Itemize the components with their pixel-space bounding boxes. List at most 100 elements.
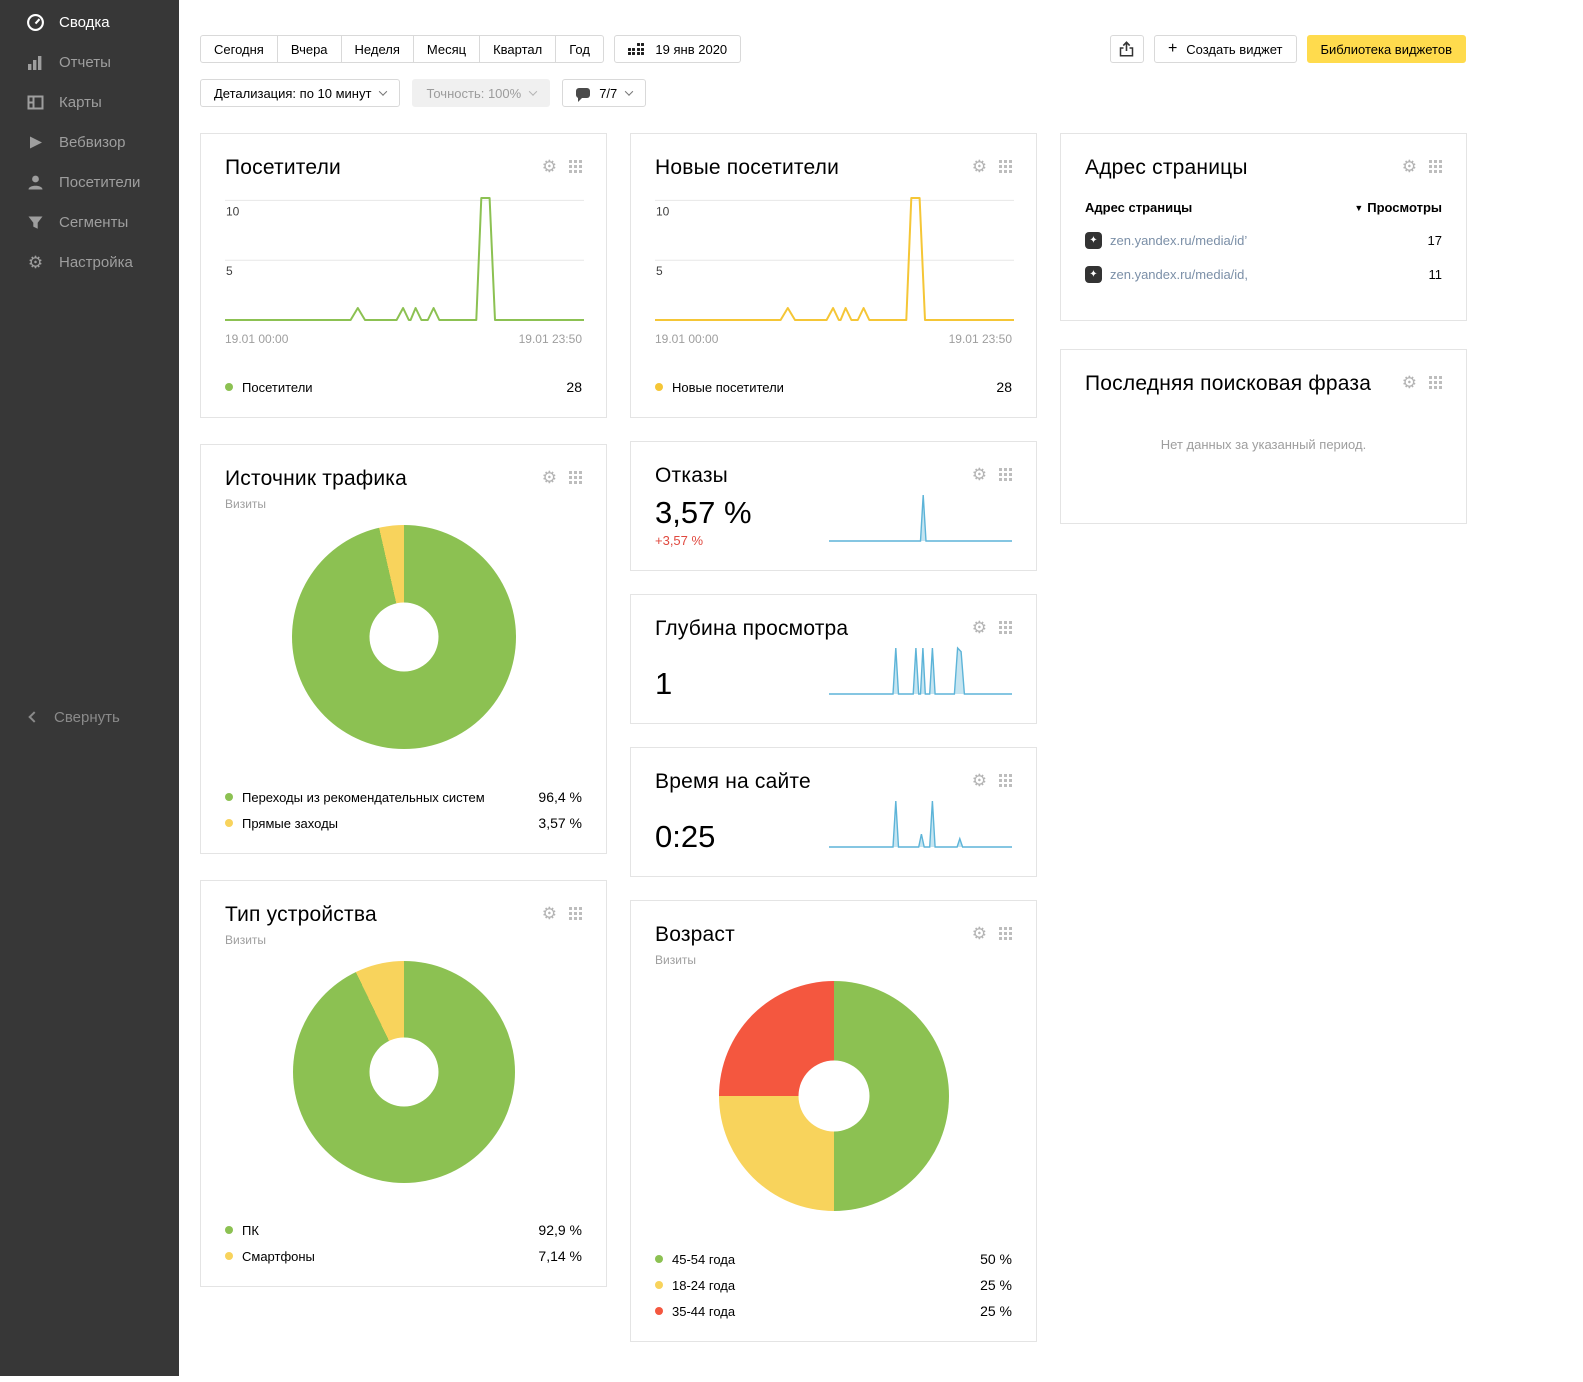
table-row: ✦zen.yandex.ru/media/id,11: [1085, 266, 1442, 283]
widget-legend: Переходы из рекомендательных систем96,4 …: [225, 775, 582, 831]
sidebar-item-5[interactable]: Посетители: [0, 162, 179, 202]
date-picker-button[interactable]: 19 янв 2020: [614, 35, 741, 63]
sidebar-item-3[interactable]: Карты: [0, 82, 179, 122]
play-icon: [26, 133, 45, 152]
sidebar-item-6[interactable]: Сегменты: [0, 202, 179, 242]
toolbar-row-1: СегодняВчераНеделяМесяцКварталГод 19 янв…: [179, 0, 1583, 63]
period-button-1[interactable]: Сегодня: [200, 35, 278, 63]
dashboard-column-2: Новые посетители⚙51019.01 00:0019.01 23:…: [630, 133, 1037, 1342]
legend-dot: [225, 383, 233, 391]
widget-header: Новые посетители⚙: [655, 156, 1012, 180]
legend-dot: [225, 1252, 233, 1260]
detalization-dropdown[interactable]: Детализация: по 10 минут: [200, 79, 400, 107]
page-url-link[interactable]: ✦zen.yandex.ru/media/id’: [1085, 232, 1247, 249]
legend-label[interactable]: Посетители: [242, 380, 566, 395]
widget-title: Посетители: [225, 156, 341, 180]
period-button-6[interactable]: Год: [555, 35, 604, 63]
widget-bounces: Отказы⚙3,57 %+3,57 %: [630, 441, 1037, 571]
widget-settings-gear-icon[interactable]: ⚙: [542, 905, 557, 922]
widget-title: Глубина просмотра: [655, 617, 848, 641]
widget-drag-handle-icon[interactable]: [569, 471, 582, 484]
widget-drag-handle-icon[interactable]: [569, 907, 582, 920]
period-button-5[interactable]: Квартал: [479, 35, 556, 63]
main-content: СегодняВчераНеделяМесяцКварталГод 19 янв…: [179, 0, 1583, 1382]
sidebar-item-7[interactable]: ⚙Настройка: [0, 242, 179, 282]
legend-label[interactable]: Новые посетители: [672, 380, 996, 395]
sidebar-item-label: Сводка: [59, 14, 110, 31]
date-label: 19 янв 2020: [655, 42, 727, 57]
legend-row: 35-44 года25 %: [655, 1303, 1012, 1319]
metric-row: 0:25: [655, 798, 1012, 854]
sidebar-item-label: Посетители: [59, 174, 140, 191]
widget-header: Глубина просмотра ⚙: [655, 617, 1012, 641]
widget-title: Источник трафика: [225, 467, 407, 491]
widget-drag-handle-icon[interactable]: [1429, 160, 1442, 173]
table-row: ✦zen.yandex.ru/media/id’17: [1085, 232, 1442, 249]
widget-drag-handle-icon[interactable]: [999, 927, 1012, 940]
x-axis-labels: 19.01 00:0019.01 23:50: [655, 332, 1012, 346]
legend-label[interactable]: ПК: [242, 1223, 538, 1238]
export-button[interactable]: [1110, 35, 1144, 63]
create-widget-button[interactable]: + Создать виджет: [1154, 35, 1297, 63]
widget-settings-gear-icon[interactable]: ⚙: [972, 772, 987, 789]
collapse-sidebar-button[interactable]: Свернуть: [0, 700, 120, 734]
legend-label[interactable]: Переходы из рекомендательных систем: [242, 790, 538, 805]
sparkline-svg: [829, 493, 1012, 543]
legend-dot: [225, 1226, 233, 1234]
page-url-link[interactable]: ✦zen.yandex.ru/media/id,: [1085, 266, 1248, 283]
legend-dot: [655, 1281, 663, 1289]
widget-drag-handle-icon[interactable]: [569, 160, 582, 173]
widget-settings-gear-icon[interactable]: ⚙: [1402, 158, 1417, 175]
legend-dot: [225, 793, 233, 801]
donut-pie: [719, 981, 949, 1211]
table-column-url[interactable]: Адрес страницы: [1085, 200, 1192, 215]
widget-header: Источник трафикаВизиты⚙: [225, 467, 582, 511]
legend-label[interactable]: 45-54 года: [672, 1252, 980, 1267]
legend-label[interactable]: Смартфоны: [242, 1249, 538, 1264]
accuracy-dropdown[interactable]: Точность: 100%: [412, 79, 550, 107]
legend-label[interactable]: 18-24 года: [672, 1278, 980, 1293]
widget-settings-gear-icon[interactable]: ⚙: [972, 925, 987, 942]
legend-value: 96,4 %: [538, 789, 582, 805]
widget-new-visitors: Новые посетители⚙51019.01 00:0019.01 23:…: [630, 133, 1037, 418]
plus-icon: +: [1168, 41, 1177, 57]
widget-settings-gear-icon[interactable]: ⚙: [972, 466, 987, 483]
maps-icon: [26, 93, 45, 112]
sidebar-item-label: Вебвизор: [59, 134, 126, 151]
widget-drag-handle-icon[interactable]: [999, 160, 1012, 173]
legend-label[interactable]: 35-44 года: [672, 1304, 980, 1319]
widget-header: ВозрастВизиты⚙: [655, 923, 1012, 967]
widget-drag-handle-icon[interactable]: [999, 621, 1012, 634]
widget-settings-gear-icon[interactable]: ⚙: [542, 158, 557, 175]
widget-depth: Глубина просмотра⚙1: [630, 594, 1037, 724]
gear-icon: ⚙: [26, 253, 45, 272]
widget-drag-handle-icon[interactable]: [1429, 376, 1442, 389]
widget-settings-gear-icon[interactable]: ⚙: [542, 469, 557, 486]
widget-library-button[interactable]: Библиотека виджетов: [1307, 35, 1467, 63]
comments-dropdown[interactable]: 7/7: [562, 79, 646, 107]
metric-value: 0:25: [655, 820, 715, 854]
period-button-4[interactable]: Месяц: [413, 35, 480, 63]
dashboard-column-1: Посетители⚙51019.01 00:0019.01 23:50Посе…: [200, 133, 607, 1287]
widget-settings-gear-icon[interactable]: ⚙: [1402, 374, 1417, 391]
widget-drag-handle-icon[interactable]: [999, 774, 1012, 787]
widget-settings-gear-icon[interactable]: ⚙: [972, 158, 987, 175]
zen-icon: ✦: [1085, 266, 1102, 283]
widget-drag-handle-icon[interactable]: [999, 468, 1012, 481]
period-button-3[interactable]: Неделя: [341, 35, 414, 63]
widget-settings-gear-icon[interactable]: ⚙: [972, 619, 987, 636]
donut-chart: [225, 525, 582, 749]
chevron-down-icon: [529, 87, 537, 95]
table-column-views[interactable]: ▼Просмотры: [1354, 200, 1442, 215]
legend-row: Новые посетители28: [655, 379, 1012, 395]
no-data-message: Нет данных за указанный период.: [1085, 396, 1442, 501]
legend-row: Прямые заходы3,57 %: [225, 815, 582, 831]
chevron-down-icon: [379, 87, 387, 95]
sidebar-item-4[interactable]: Вебвизор: [0, 122, 179, 162]
comments-label: 7/7: [599, 86, 617, 101]
sidebar-item-1[interactable]: Сводка: [0, 2, 179, 42]
legend-row: Переходы из рекомендательных систем96,4 …: [225, 789, 582, 805]
legend-label[interactable]: Прямые заходы: [242, 816, 538, 831]
period-button-2[interactable]: Вчера: [277, 35, 342, 63]
sidebar-item-2[interactable]: Отчеты: [0, 42, 179, 82]
